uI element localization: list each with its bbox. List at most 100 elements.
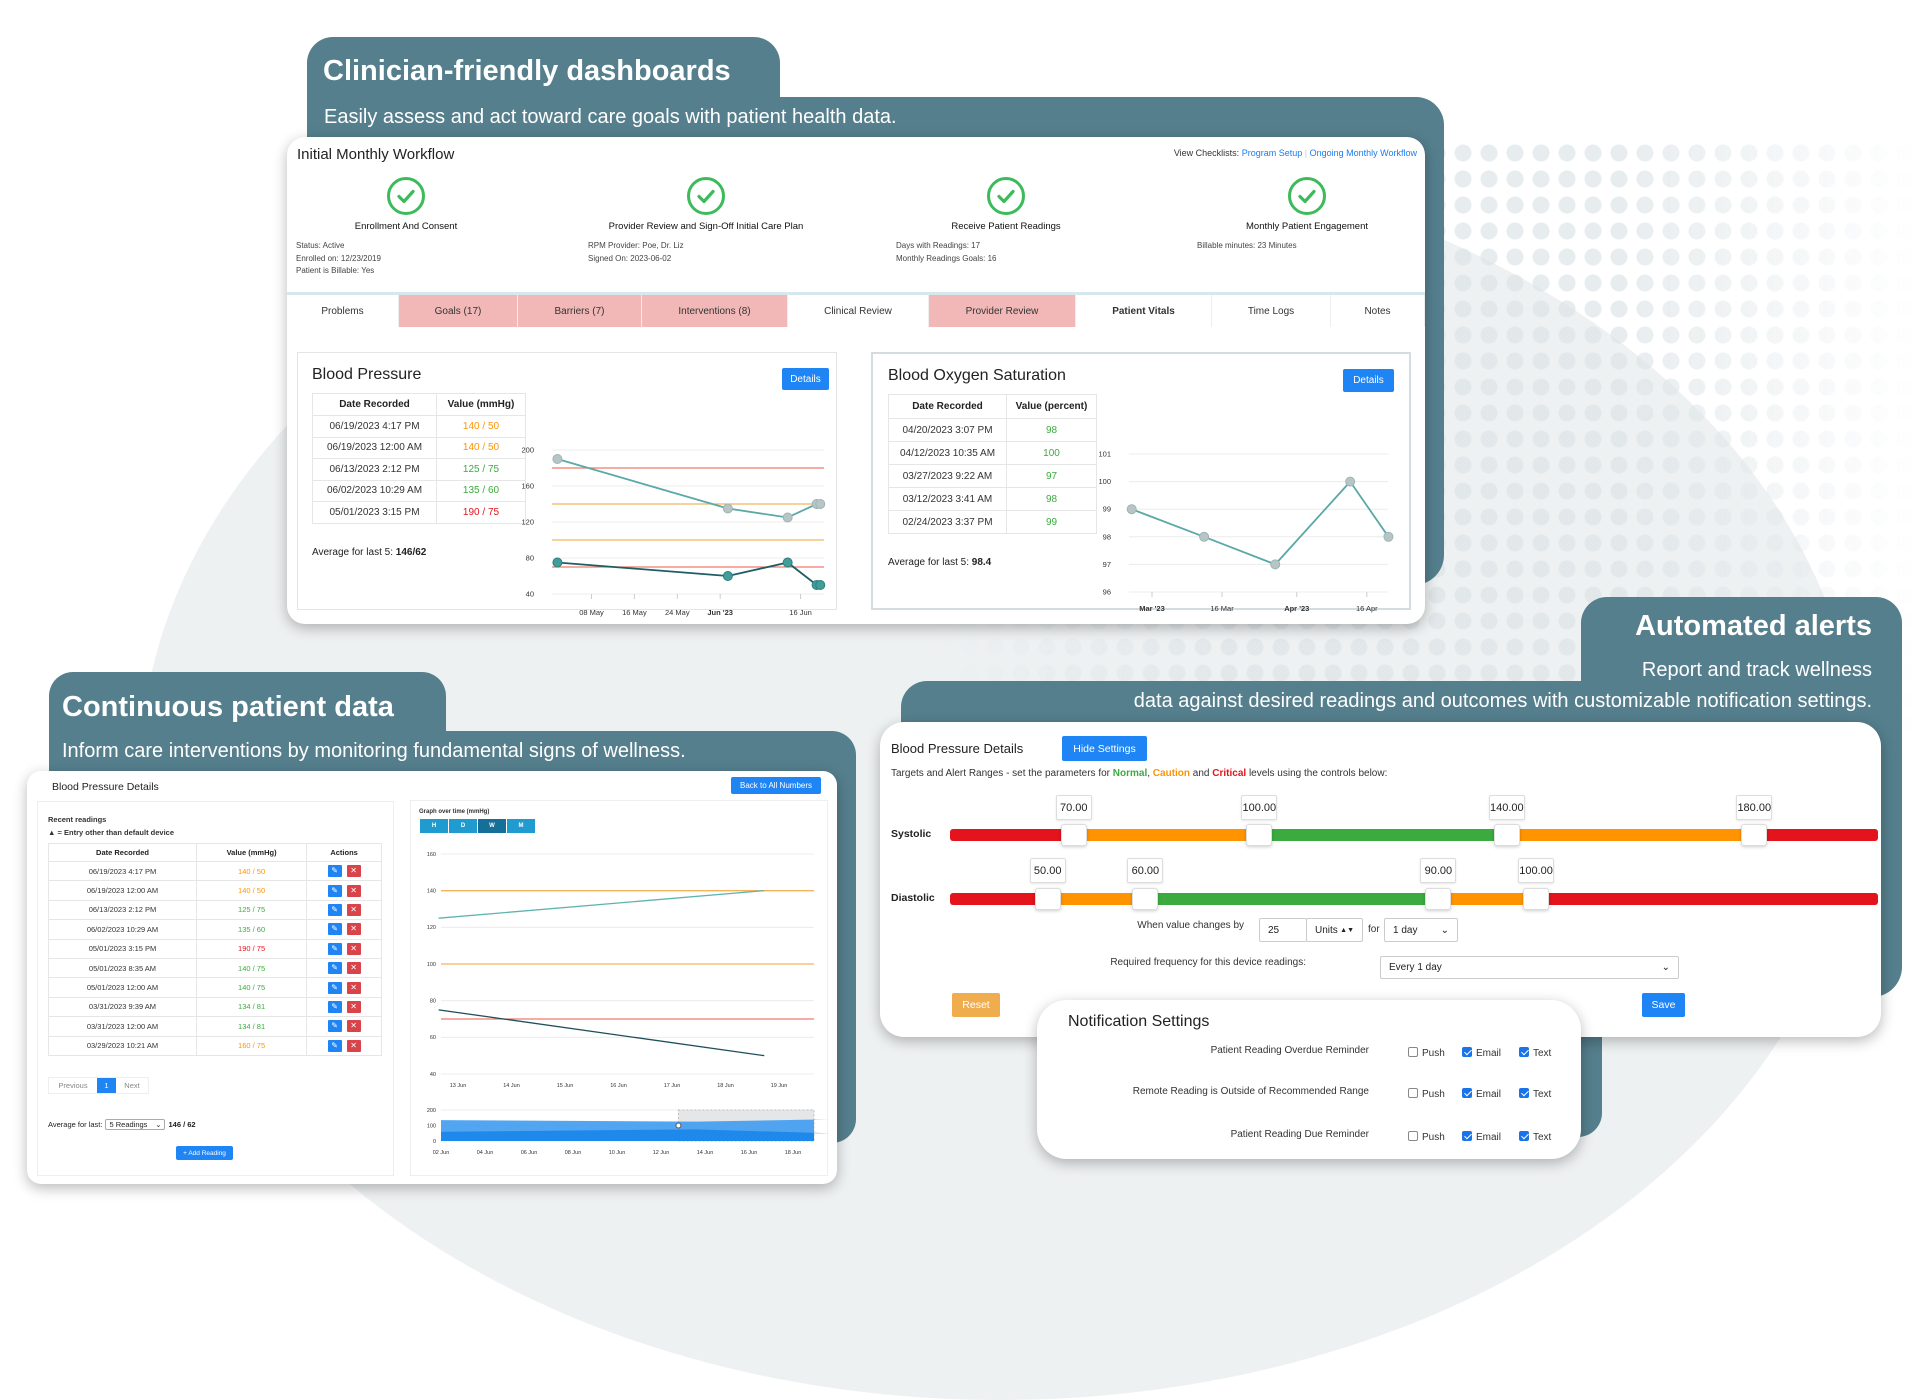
diastolic-label: Diastolic	[891, 892, 935, 904]
hide-settings-button[interactable]: Hide Settings	[1062, 736, 1147, 761]
checkbox-checked-icon[interactable]	[1519, 1131, 1529, 1141]
x-tick-label: 10 Jun	[609, 1150, 626, 1156]
slider-value-box[interactable]: 50.00	[1029, 858, 1066, 883]
slider-handle[interactable]	[1060, 824, 1087, 846]
email-checkbox[interactable]: Email	[1462, 1131, 1501, 1143]
y-tick-label: 100	[427, 1123, 436, 1129]
text-label: Text	[1533, 1048, 1552, 1059]
y-tick-label: 101	[1098, 450, 1111, 459]
text-checkbox[interactable]: Text	[1519, 1131, 1551, 1143]
tab-barriers[interactable]: Barriers (7)	[518, 295, 642, 327]
slider-handle[interactable]	[1493, 824, 1520, 846]
checkbox-checked-icon[interactable]	[1519, 1047, 1529, 1057]
slider-handle[interactable]	[1132, 888, 1159, 910]
tab-notes[interactable]: Notes	[1331, 295, 1425, 327]
period-select[interactable]: 1 day ⌄	[1384, 918, 1458, 942]
ongoing-monthly-workflow-link[interactable]: Ongoing Monthly Workflow	[1310, 148, 1417, 158]
push-checkbox[interactable]: Push	[1408, 1088, 1445, 1100]
slider-handle[interactable]	[1246, 824, 1273, 846]
workflow-step-detail: Patient is Billable: Yes	[296, 266, 375, 275]
slider-value-box[interactable]: 100.00	[1518, 858, 1555, 883]
y-tick-label: 96	[1103, 588, 1111, 597]
checkbox-checked-icon[interactable]	[1462, 1088, 1472, 1098]
dashboards-banner-title: Clinician-friendly dashboards	[323, 55, 731, 87]
workflow-step-label: Receive Patient Readings	[951, 221, 1061, 232]
x-tick-label: 12 Jun	[653, 1150, 670, 1156]
slider-segment	[950, 893, 1048, 905]
tab-patient-vitals[interactable]: Patient Vitals	[1076, 295, 1212, 327]
push-checkbox[interactable]: Push	[1408, 1047, 1445, 1059]
x-tick-label: 24 May	[665, 608, 690, 617]
email-checkbox[interactable]: Email	[1462, 1088, 1501, 1100]
blood-pressure-chart: 40 80 120 160 200 08 May 16 May 24 May Jun '23 16…	[521, 446, 826, 617]
notification-settings-title: Notification Settings	[1068, 1013, 1210, 1030]
tab-time-logs[interactable]: Time Logs	[1212, 295, 1331, 327]
slider-handle[interactable]	[1741, 824, 1768, 846]
checkbox-unchecked-icon[interactable]	[1408, 1088, 1418, 1098]
x-tick-label: 16 Jun	[789, 608, 812, 617]
tab-clinical-review[interactable]: Clinical Review	[788, 295, 929, 327]
reset-button[interactable]: Reset	[952, 993, 1000, 1017]
x-tick-label: 16 May	[622, 608, 647, 617]
slider-value-box[interactable]: 90.00	[1420, 858, 1457, 883]
slider-handle[interactable]	[1523, 888, 1550, 910]
y-tick-label: 160	[427, 852, 436, 858]
slider-value-box[interactable]: 180.00	[1736, 795, 1773, 820]
tab-provider-review[interactable]: Provider Review	[929, 295, 1076, 327]
slider-segment	[950, 829, 1074, 841]
check-circle-icon	[1288, 177, 1326, 215]
checkbox-unchecked-icon[interactable]	[1408, 1047, 1418, 1057]
tab-goals[interactable]: Goals (17)	[399, 295, 518, 327]
x-tick-label: 13 Jun	[450, 1083, 467, 1089]
continuous-banner-subtitle: Inform care interventions by monitoring …	[62, 740, 686, 762]
workflow-title: Initial Monthly Workflow	[297, 146, 455, 163]
checkbox-checked-icon[interactable]	[1519, 1088, 1529, 1098]
slider-handle[interactable]	[1034, 888, 1061, 910]
series-line	[557, 561, 821, 586]
data-point	[1383, 531, 1394, 542]
slider-handle[interactable]	[1425, 888, 1452, 910]
x-tick-label: 16 Apr	[1356, 604, 1378, 613]
slider-value-box[interactable]: 60.00	[1127, 858, 1164, 883]
x-tick-label: 16 Mar	[1210, 604, 1234, 613]
change-value-input[interactable]: 25	[1259, 918, 1307, 942]
workflow-step-label: Enrollment And Consent	[354, 221, 458, 232]
series-line	[438, 1009, 765, 1057]
dashboards-banner-subtitle: Easily assess and act toward care goals …	[324, 106, 897, 128]
view-checklists-label: View Checklists:	[1173, 148, 1240, 158]
slider-value-box[interactable]: 140.00	[1488, 795, 1525, 820]
x-tick-label: Mar '23	[1139, 604, 1165, 613]
chevron-down-icon: ⌄	[1661, 962, 1670, 973]
y-tick-label: 100	[1098, 477, 1111, 486]
blood-pressure-panel: Blood Pressure Details Date Recorded Valu…	[297, 352, 837, 617]
slider-value-box[interactable]: 70.00	[1055, 795, 1092, 820]
workflow-step-detail: Signed On: 2023-06-02	[588, 253, 672, 263]
series-line	[438, 890, 765, 919]
push-checkbox[interactable]: Push	[1408, 1131, 1445, 1143]
data-point	[1199, 531, 1210, 542]
checkbox-checked-icon[interactable]	[1462, 1131, 1472, 1141]
text-checkbox[interactable]: Text	[1519, 1088, 1551, 1100]
checkbox-unchecked-icon[interactable]	[1408, 1131, 1418, 1141]
check-circle-icon	[987, 177, 1025, 215]
workflow-step-detail: Billable minutes: 23 Minutes	[1197, 241, 1297, 250]
save-button[interactable]: Save	[1642, 993, 1685, 1017]
program-setup-link[interactable]: Program Setup	[1242, 148, 1303, 158]
caution-label: Caution	[1152, 768, 1191, 779]
text-checkbox[interactable]: Text	[1519, 1047, 1551, 1059]
email-checkbox[interactable]: Email	[1462, 1047, 1501, 1059]
tab-problems[interactable]: Problems	[287, 295, 399, 327]
data-point	[1270, 559, 1281, 570]
slider-value-box[interactable]: 100.00	[1241, 795, 1278, 820]
x-tick-label: 06 Jun	[521, 1150, 538, 1156]
checkbox-checked-icon[interactable]	[1462, 1047, 1472, 1057]
change-unit-select[interactable]: Units ▲▼	[1306, 918, 1363, 942]
bp-over-time-chart: 40 60 80 100 120 140 160 13 Jun 14 Jun 15 Jun 16 J…	[427, 852, 830, 1156]
frequency-select[interactable]: Every 1 day ⌄	[1380, 956, 1679, 979]
data-point	[815, 499, 826, 509]
x-tick-label: 17 Jun	[664, 1083, 681, 1089]
alerts-banner-subtitle-2: data against desired readings and outcom…	[1133, 690, 1872, 712]
instructions-text: and	[1190, 768, 1213, 779]
x-tick-label: 08 May	[579, 608, 604, 617]
tab-interventions[interactable]: Interventions (8)	[642, 295, 788, 327]
